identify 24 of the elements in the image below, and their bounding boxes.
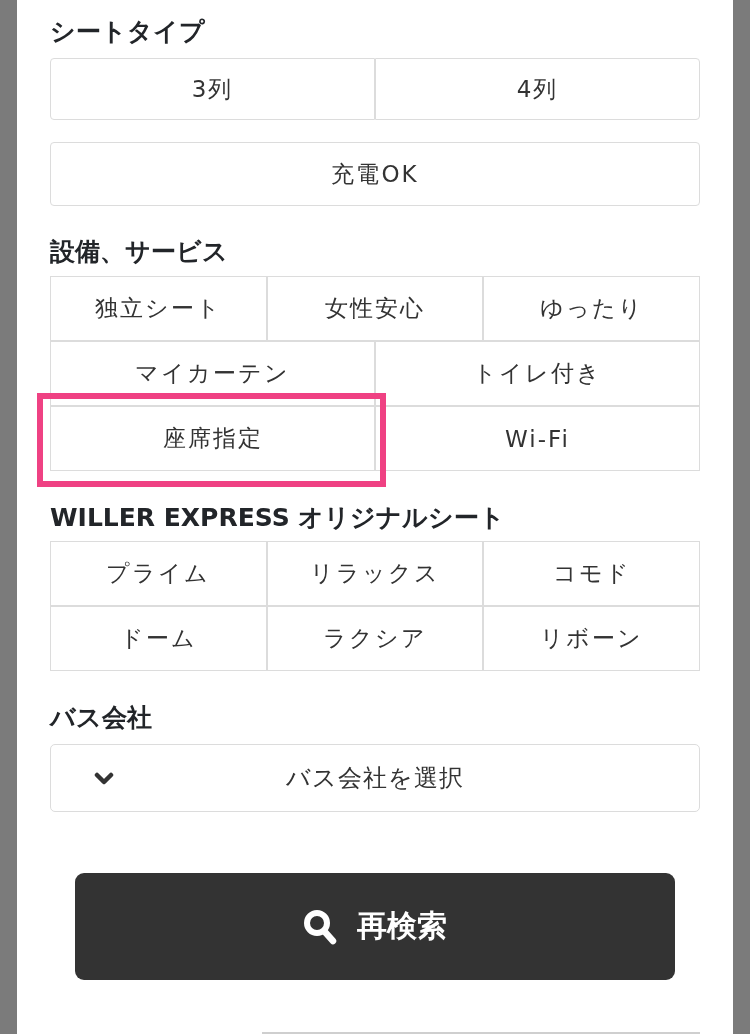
filter-toggle[interactable]: ドーム (50, 606, 267, 671)
bus-company-select[interactable]: バス会社を選択 (50, 744, 700, 812)
filter-toggle[interactable]: 3列 (50, 58, 375, 120)
section-heading: シートタイプ (50, 18, 206, 46)
filter-toggle[interactable]: コモド (483, 541, 700, 606)
section-heading: バス会社 (50, 704, 153, 732)
filter-toggle[interactable]: Wi-Fi (375, 406, 700, 471)
filter-toggle[interactable]: 充電OK (50, 142, 700, 206)
filter-toggle[interactable]: リラックス (266, 541, 484, 606)
filter-toggle[interactable]: リボーン (483, 606, 700, 671)
filter-toggle[interactable]: マイカーテン (50, 341, 375, 406)
chevron-down-icon (94, 771, 114, 785)
filter-toggle[interactable]: 独立シート (50, 276, 267, 341)
filter-toggle[interactable]: 4列 (375, 58, 700, 120)
search-button[interactable]: 再検索 (75, 873, 675, 980)
filter-toggle[interactable]: プライム (50, 541, 267, 606)
section-heading: WILLER EXPRESS オリジナルシート (50, 504, 507, 532)
section-heading: 設備、サービス (50, 238, 229, 266)
filter-toggle[interactable]: ゆったり (483, 276, 700, 341)
search-icon (303, 908, 337, 945)
filter-toggle[interactable]: 座席指定 (50, 406, 375, 471)
filter-toggle[interactable]: ラクシア (266, 606, 484, 671)
filter-toggle[interactable]: トイレ付き (375, 341, 700, 406)
filter-toggle[interactable]: 女性安心 (266, 276, 484, 341)
